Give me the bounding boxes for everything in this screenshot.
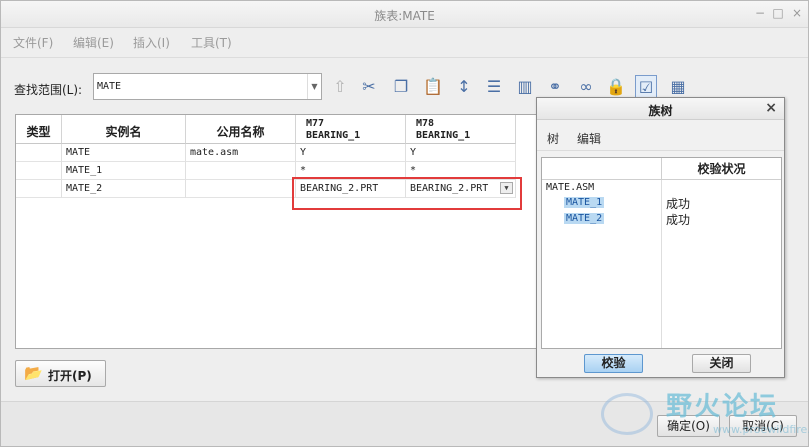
glasses-icon[interactable]: ∞ <box>575 75 597 99</box>
family-tree-title-bar: 族树 × <box>537 98 784 120</box>
insert-column-icon[interactable]: ▥ <box>514 75 536 99</box>
ft-separator <box>537 150 784 151</box>
lock-icon[interactable]: 🔒 <box>605 75 627 99</box>
find-range-select[interactable]: MATE ▼ <box>93 73 322 100</box>
header-m77[interactable]: M77 BEARING_1 <box>296 115 406 144</box>
tree-item-status: 成功 <box>666 213 691 227</box>
close-icon[interactable]: × <box>790 6 804 20</box>
tree-item[interactable]: MATE_2 <box>564 213 605 224</box>
highlight-box <box>292 177 522 210</box>
header-instance-name[interactable]: 实例名 <box>62 115 186 144</box>
find-range-label: 查找范围(L): <box>14 83 83 97</box>
ft-header: 校验状况 <box>542 158 781 180</box>
tree-item-status: 成功 <box>666 197 691 211</box>
table-cell[interactable] <box>16 144 62 162</box>
family-tree-dialog: 族树 × 树 编辑 校验状况 MATE.ASM MATE_1 成功 MATE_2… <box>536 97 785 378</box>
verify-button[interactable]: 校验 <box>584 354 643 373</box>
binoculars-icon[interactable]: ⚭ <box>544 75 566 99</box>
window-title: 族表:MATE <box>374 9 435 23</box>
open-button-label: 打开(P) <box>48 369 92 383</box>
menu-tools[interactable]: 工具(T) <box>191 34 232 51</box>
close-icon[interactable]: × <box>765 100 777 116</box>
ok-button[interactable]: 确定(O) <box>657 415 720 437</box>
header-common-name[interactable]: 公用名称 <box>186 115 296 144</box>
open-button[interactable]: 📂 打开(P) <box>15 360 106 387</box>
header-m78[interactable]: M78 BEARING_1 <box>406 115 516 144</box>
cut-icon[interactable]: ✂ <box>358 75 380 99</box>
menu-bar: 文件(F) 编辑(E) 插入(I) 工具(T) <box>1 29 808 55</box>
cancel-button[interactable]: 取消(C) <box>729 415 797 437</box>
table-cell[interactable] <box>16 162 62 180</box>
insert-row-icon[interactable]: ☰ <box>483 75 505 99</box>
header-type[interactable]: 类型 <box>16 115 62 144</box>
family-tree-list: 校验状况 MATE.ASM MATE_1 成功 MATE_2 成功 <box>541 157 782 349</box>
table-icon[interactable]: ▦ <box>667 75 689 99</box>
chevron-down-icon[interactable]: ▼ <box>307 74 321 99</box>
family-tree-title: 族树 <box>648 104 673 118</box>
table-cell[interactable]: MATE_1 <box>62 162 186 180</box>
menu-separator <box>1 57 808 58</box>
copy-icon[interactable]: ❐ <box>390 75 412 99</box>
tree-item[interactable]: MATE_1 <box>564 197 605 208</box>
paste-icon[interactable]: 📋 <box>422 75 444 99</box>
up-level-icon[interactable]: ⇧ <box>329 75 351 99</box>
table-cell[interactable]: MATE_2 <box>62 180 186 198</box>
close-button[interactable]: 关闭 <box>692 354 751 373</box>
folder-open-icon: 📂 <box>24 364 43 382</box>
ft-menu-tree[interactable]: 树 <box>547 130 559 147</box>
find-range-value: MATE <box>97 81 122 92</box>
table-cell[interactable] <box>186 162 296 180</box>
table-cell[interactable]: MATE <box>62 144 186 162</box>
ft-column-divider <box>661 180 662 348</box>
ft-menu-edit[interactable]: 编辑 <box>577 130 601 147</box>
menu-insert[interactable]: 插入(I) <box>133 34 170 51</box>
table-cell[interactable]: Y <box>406 144 516 162</box>
menu-edit[interactable]: 编辑(E) <box>73 34 114 51</box>
verify-instances-icon[interactable]: ☑ <box>635 75 657 99</box>
menu-file[interactable]: 文件(F) <box>13 34 53 51</box>
tree-root[interactable]: MATE.ASM <box>546 182 594 193</box>
maximize-icon[interactable]: □ <box>771 6 785 20</box>
table-cell[interactable] <box>16 180 62 198</box>
minimize-icon[interactable]: − <box>753 6 767 20</box>
table-cell[interactable]: mate.asm <box>186 144 296 162</box>
sort-icon[interactable]: ↕ <box>453 75 475 99</box>
table-cell[interactable]: Y <box>296 144 406 162</box>
title-bar: 族表:MATE − □ × <box>1 1 808 28</box>
verify-status-header: 校验状况 <box>661 158 781 180</box>
table-cell[interactable] <box>186 180 296 198</box>
